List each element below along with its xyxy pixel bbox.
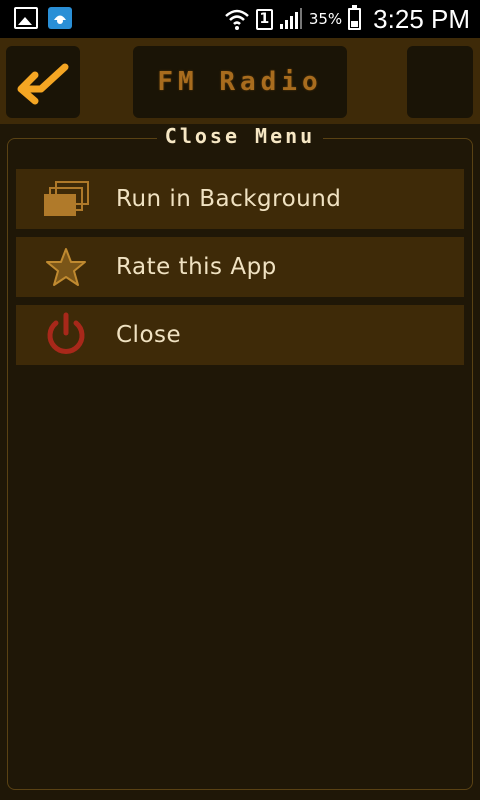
rate-app-label: Rate this App — [116, 254, 277, 280]
gallery-icon — [14, 7, 38, 29]
back-button[interactable] — [6, 46, 80, 118]
screen: 1 35% 3:25 PM FM Radio Close Menu Run in… — [0, 0, 480, 800]
run-in-background-label: Run in Background — [116, 186, 342, 212]
app-title-box: FM Radio — [133, 46, 347, 118]
clock: 3:25 PM — [373, 3, 470, 34]
signal-icon — [279, 8, 302, 29]
header-right-button[interactable] — [407, 46, 473, 118]
star-icon — [16, 237, 116, 297]
rate-app-button[interactable]: Rate this App — [16, 237, 464, 297]
notification-icons — [14, 7, 72, 29]
run-in-background-button[interactable]: Run in Background — [16, 169, 464, 229]
close-menu-panel — [7, 138, 473, 790]
app-notification-icon — [48, 7, 72, 29]
close-app-label: Close — [116, 322, 182, 348]
power-icon — [16, 305, 116, 365]
close-app-button[interactable]: Close — [16, 305, 464, 365]
status-bar: 1 35% 3:25 PM — [0, 0, 480, 38]
menu-title: Close Menu — [156, 124, 324, 148]
battery-percent: 35% — [308, 10, 343, 28]
app-header: FM Radio — [0, 38, 480, 124]
status-indicators: 1 35% 3:25 PM — [224, 0, 470, 38]
menu-title-wrap: Close Menu — [0, 124, 480, 148]
back-arrow-icon — [17, 63, 69, 105]
sim-slot-badge: 1 — [255, 8, 273, 30]
wifi-icon — [224, 9, 249, 30]
battery-icon — [348, 5, 362, 30]
windows-stack-icon — [16, 169, 116, 229]
app-title: FM Radio — [157, 67, 323, 97]
